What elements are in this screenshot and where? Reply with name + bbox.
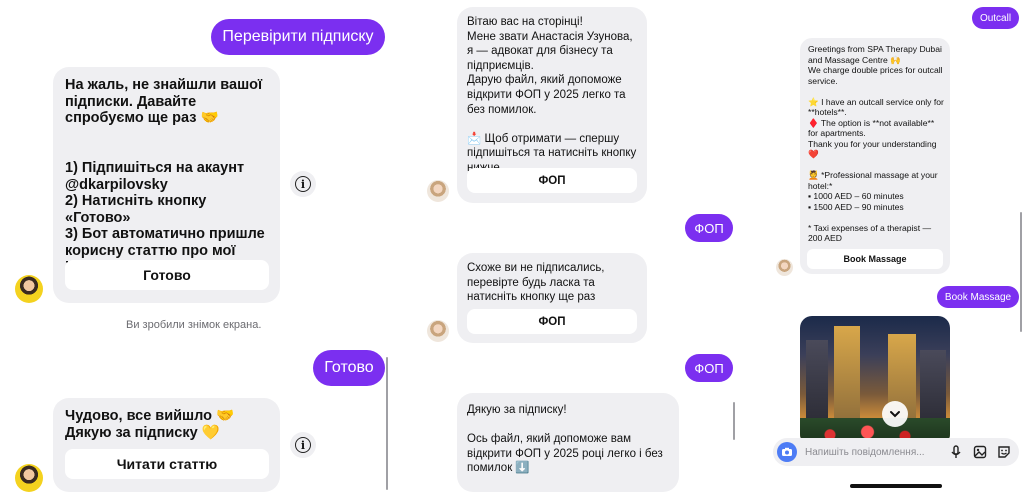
incoming-message-not-subscribed: Схоже ви не підписались, перевірте будь … (457, 253, 647, 343)
incoming-message-success: Чудово, все вийшло 🤝 Дякую за підписку 💛… (53, 398, 280, 492)
sent-message-book-massage: Book Massage (937, 286, 1019, 308)
fop-button[interactable]: ФОП (467, 168, 637, 193)
avatar[interactable] (15, 464, 43, 492)
photo-building (834, 326, 860, 430)
book-massage-button[interactable]: Book Massage (807, 249, 943, 269)
sticker-icon (998, 446, 1010, 458)
chat-panel-fop: Вітаю вас на сторінці! Мене звати Анаста… (420, 0, 750, 492)
sent-message-text: Готово (324, 359, 374, 376)
camera-button[interactable] (777, 442, 797, 462)
info-icon: i (295, 437, 311, 453)
sticker-button[interactable] (995, 443, 1013, 461)
fop-button[interactable]: ФОП (467, 309, 637, 334)
message-composer: Напишіть повідомлення... (773, 438, 1019, 466)
microphone-button[interactable] (947, 443, 965, 461)
gallery-button[interactable] (971, 443, 989, 461)
message-input[interactable]: Напишіть повідомлення... (805, 447, 947, 458)
photo-building (806, 340, 828, 430)
message-text: Чудово, все вийшло 🤝 Дякую за підписку 💛 (65, 408, 235, 441)
scrollbar[interactable] (386, 357, 388, 490)
sent-message-check-subscription: Перевірити підписку (211, 19, 385, 55)
sent-message-text: ФОП (694, 360, 724, 376)
info-button[interactable]: i (290, 171, 316, 197)
incoming-message-greeting: Вітаю вас на сторінці! Мене звати Анаста… (457, 7, 647, 203)
home-indicator (850, 484, 942, 488)
message-text: Greetings from SPA Therapy Dubai and Mas… (808, 44, 944, 243)
incoming-message-spa: Greetings from SPA Therapy Dubai and Mas… (800, 38, 950, 274)
chat-panel-spa: Outcall Greetings from SPA Therapy Dubai… (765, 0, 1024, 492)
image-icon (973, 445, 987, 459)
sent-message-text: Перевірити підписку (222, 28, 374, 45)
sent-message-outcall: Outcall (972, 7, 1019, 29)
screenshot-notice: Ви зробили знімок екрана. (126, 319, 262, 331)
sent-message-fop: ФОП (685, 214, 733, 242)
scrollbar[interactable] (1020, 212, 1022, 332)
info-icon: i (295, 176, 311, 192)
attached-photo[interactable] (800, 316, 950, 446)
message-text: Вітаю вас на сторінці! Мене звати Анаста… (467, 16, 637, 174)
sent-message-text: Book Massage (944, 291, 1012, 303)
avatar[interactable] (15, 275, 43, 303)
message-text: Схоже ви не підписались, перевірте будь … (467, 262, 605, 304)
message-text: Дякую за підписку! Ось файл, який допомо… (467, 404, 663, 475)
message-text: На жаль, не знайшли вашої підписки. Дава… (65, 77, 265, 276)
read-article-button[interactable]: Читати статтю (65, 449, 269, 479)
avatar[interactable] (776, 259, 793, 276)
incoming-message-not-found: На жаль, не знайшли вашої підписки. Дава… (53, 67, 280, 303)
avatar[interactable] (427, 180, 449, 202)
chevron-down-icon (890, 411, 900, 418)
sent-message-fop: ФОП (685, 354, 733, 382)
incoming-message-thanks: Дякую за підписку! Ось файл, який допомо… (457, 393, 679, 492)
scrollbar[interactable] (733, 402, 735, 440)
chat-panel-subscription: Перевірити підписку На жаль, не знайшли … (0, 0, 400, 492)
scroll-down-button[interactable] (882, 401, 908, 427)
sent-message-text: ФОП (694, 220, 724, 236)
avatar[interactable] (427, 320, 449, 342)
sent-message-done: Готово (313, 350, 385, 386)
info-button[interactable]: i (290, 432, 316, 458)
microphone-icon (951, 445, 961, 458)
done-button[interactable]: Готово (65, 260, 269, 290)
sent-message-text: Outcall (979, 12, 1012, 24)
camera-icon (782, 447, 792, 456)
